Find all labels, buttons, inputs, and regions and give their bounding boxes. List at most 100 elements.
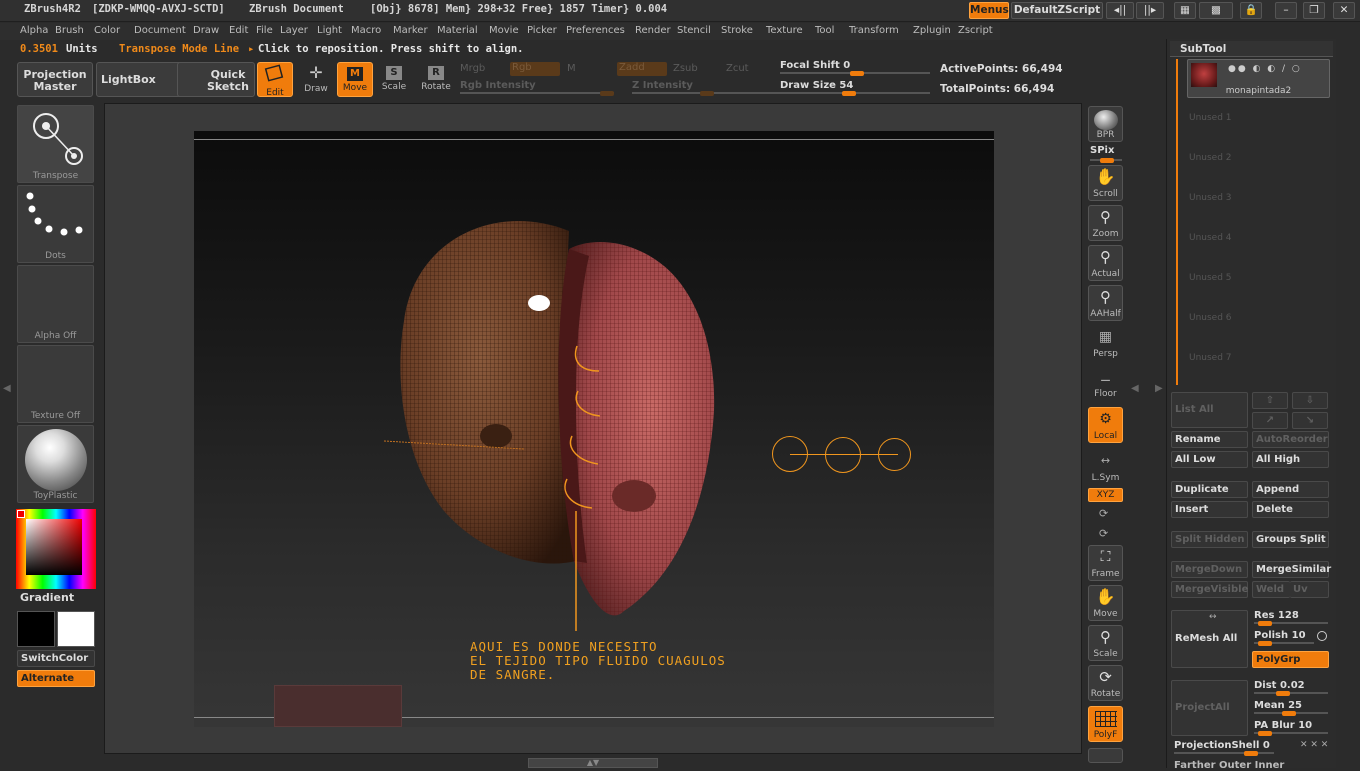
left-collapse-icon[interactable]: ◀	[3, 383, 11, 394]
menu-movie[interactable]: Movie	[489, 25, 519, 36]
menu-zscript[interactable]: Zscript	[958, 25, 993, 36]
move-down-icon[interactable]: ⇩	[1292, 392, 1328, 409]
subtool-slot-2[interactable]: Unused 2	[1189, 153, 1232, 163]
stroke-tile[interactable]: Dots	[17, 185, 94, 263]
polygrp-button[interactable]: PolyGrp	[1252, 651, 1329, 668]
menu-render[interactable]: Render	[635, 25, 671, 36]
lsym-button[interactable]: ↔ L.Sym	[1088, 449, 1123, 485]
menu-stencil[interactable]: Stencil	[677, 25, 711, 36]
menu-stroke[interactable]: Stroke	[721, 25, 753, 36]
persp-button[interactable]: ▦ Persp	[1088, 325, 1123, 361]
menu-layer[interactable]: Layer	[280, 25, 308, 36]
head-model[interactable]	[194, 131, 994, 727]
pa-blur-slider[interactable]: PA Blur 10	[1254, 720, 1328, 736]
uv-button[interactable]: Uv	[1290, 581, 1329, 598]
minimize-icon[interactable]: –	[1275, 2, 1297, 19]
aahalf-button[interactable]: ⚲ AAHalf	[1088, 285, 1123, 321]
tray-icon[interactable]: ▦	[1174, 2, 1196, 19]
auto-reorder-button[interactable]: AutoReorder	[1252, 431, 1329, 448]
menu-material[interactable]: Material	[437, 25, 478, 36]
menu-draw[interactable]: Draw	[193, 25, 219, 36]
menu-light[interactable]: Light	[317, 25, 342, 36]
alpha-tile[interactable]: Alpha Off	[17, 265, 94, 343]
color-picker[interactable]	[16, 509, 96, 589]
append-button[interactable]: Append	[1252, 481, 1329, 498]
transp-button[interactable]	[1088, 748, 1123, 763]
lock-icon[interactable]: 🔒	[1240, 2, 1262, 19]
prev-layout-icon[interactable]: ◂||	[1106, 2, 1134, 19]
local-button[interactable]: ⚙ Local	[1088, 407, 1123, 443]
mrgb-toggle[interactable]: Mrgb	[460, 63, 485, 74]
next-layout-icon[interactable]: ||▸	[1136, 2, 1164, 19]
all-low-button[interactable]: All Low	[1171, 451, 1248, 468]
zcut-toggle[interactable]: Zcut	[726, 63, 749, 74]
merge-visible-button[interactable]: MergeVisible	[1171, 581, 1248, 598]
transpose-mid-handle[interactable]	[825, 437, 861, 473]
menu-marker[interactable]: Marker	[393, 25, 428, 36]
duplicate-button[interactable]: Duplicate	[1171, 481, 1248, 498]
projection-axis-icon[interactable]: ✕ ✕ ✕	[1300, 740, 1328, 750]
menu-texture[interactable]: Texture	[766, 25, 803, 36]
close-icon[interactable]: ✕	[1333, 2, 1355, 19]
draw-mode-button[interactable]: ✛ Draw	[298, 62, 334, 97]
delete-button[interactable]: Delete	[1252, 501, 1329, 518]
rename-button[interactable]: Rename	[1171, 431, 1248, 448]
actual-button[interactable]: ⚲ Actual	[1088, 245, 1123, 281]
scale-view-button[interactable]: ⚲ Scale	[1088, 625, 1123, 661]
dist-slider[interactable]: Dist 0.02	[1254, 680, 1328, 696]
menu-picker[interactable]: Picker	[527, 25, 557, 36]
frame-button[interactable]: ⛶ Frame	[1088, 545, 1123, 581]
subtool-item-active[interactable]: ●● ◐ ◐ ∕ ○ monapintada2	[1187, 59, 1330, 98]
scroll-button[interactable]: ✋ Scroll	[1088, 165, 1123, 201]
zoom-button[interactable]: ⚲ Zoom	[1088, 205, 1123, 241]
subtool-scrollbar[interactable]	[1176, 59, 1178, 385]
projection-master-button[interactable]: Projection Master	[17, 62, 93, 97]
focal-shift-slider[interactable]: Focal Shift 0	[780, 60, 930, 76]
weld-button[interactable]: Weld	[1252, 581, 1290, 598]
color-square[interactable]	[26, 519, 82, 575]
bottom-shelf-tab[interactable]: ▲▼	[528, 758, 658, 768]
subtool-header[interactable]: SubTool	[1170, 41, 1333, 57]
mean-slider[interactable]: Mean 25	[1254, 700, 1328, 716]
list-all-button[interactable]: List All	[1171, 392, 1248, 428]
menu-alpha[interactable]: Alpha	[20, 25, 48, 36]
polish-slider[interactable]: Polish 10	[1254, 630, 1314, 646]
move-up-icon[interactable]: ⇧	[1252, 392, 1288, 409]
menu-document[interactable]: Document	[134, 25, 186, 36]
res-slider[interactable]: Res 128	[1254, 610, 1328, 626]
menu-color[interactable]: Color	[94, 25, 120, 36]
move-top-icon[interactable]: ↗	[1252, 412, 1288, 429]
menu-edit[interactable]: Edit	[229, 25, 248, 36]
menu-zplugin[interactable]: Zplugin	[913, 25, 951, 36]
quick-sketch-button[interactable]: Quick Sketch	[177, 62, 255, 97]
menu-preferences[interactable]: Preferences	[566, 25, 625, 36]
panel-collapse-icon[interactable]: ▶	[1155, 383, 1163, 394]
z-intensity-slider[interactable]: Z Intensity	[632, 80, 782, 96]
xyz-button[interactable]: XYZ	[1088, 488, 1123, 502]
switch-color-button[interactable]: SwitchColor	[17, 650, 95, 667]
rgb-intensity-slider[interactable]: Rgb Intensity	[460, 80, 614, 96]
menus-button[interactable]: Menus	[969, 2, 1009, 19]
project-all-button[interactable]: ProjectAll	[1171, 680, 1248, 736]
secondary-color-swatch[interactable]	[57, 611, 95, 647]
material-tile[interactable]: ToyPlastic	[17, 425, 94, 503]
right-collapse-icon[interactable]: ◀	[1131, 383, 1139, 394]
subtool-visibility-icon[interactable]: ●● ◐ ◐ ∕ ○	[1228, 64, 1302, 74]
bpr-button[interactable]: BPR	[1088, 106, 1123, 142]
default-zscript-button[interactable]: DefaultZScript	[1011, 2, 1103, 19]
projection-shell-slider[interactable]: ProjectionShell 0	[1174, 740, 1274, 756]
merge-similar-button[interactable]: MergeSimilar	[1252, 561, 1331, 578]
subtool-slot-1[interactable]: Unused 1	[1189, 113, 1232, 123]
move-bottom-icon[interactable]: ↘	[1292, 412, 1328, 429]
alternate-button[interactable]: Alternate	[17, 670, 95, 687]
subtool-slot-6[interactable]: Unused 6	[1189, 313, 1232, 323]
edit-mode-button[interactable]: Edit	[257, 62, 293, 98]
all-high-button[interactable]: All High	[1252, 451, 1329, 468]
main-color-swatch[interactable]	[17, 611, 55, 647]
menu-file[interactable]: File	[256, 25, 273, 36]
insert-button[interactable]: Insert	[1171, 501, 1248, 518]
texture-tile[interactable]: Texture Off	[17, 345, 94, 423]
rotate-view-button[interactable]: ⟳ Rotate	[1088, 665, 1123, 701]
layout-icon[interactable]: ▩	[1199, 2, 1233, 19]
polish-toggle-icon[interactable]	[1317, 631, 1327, 641]
